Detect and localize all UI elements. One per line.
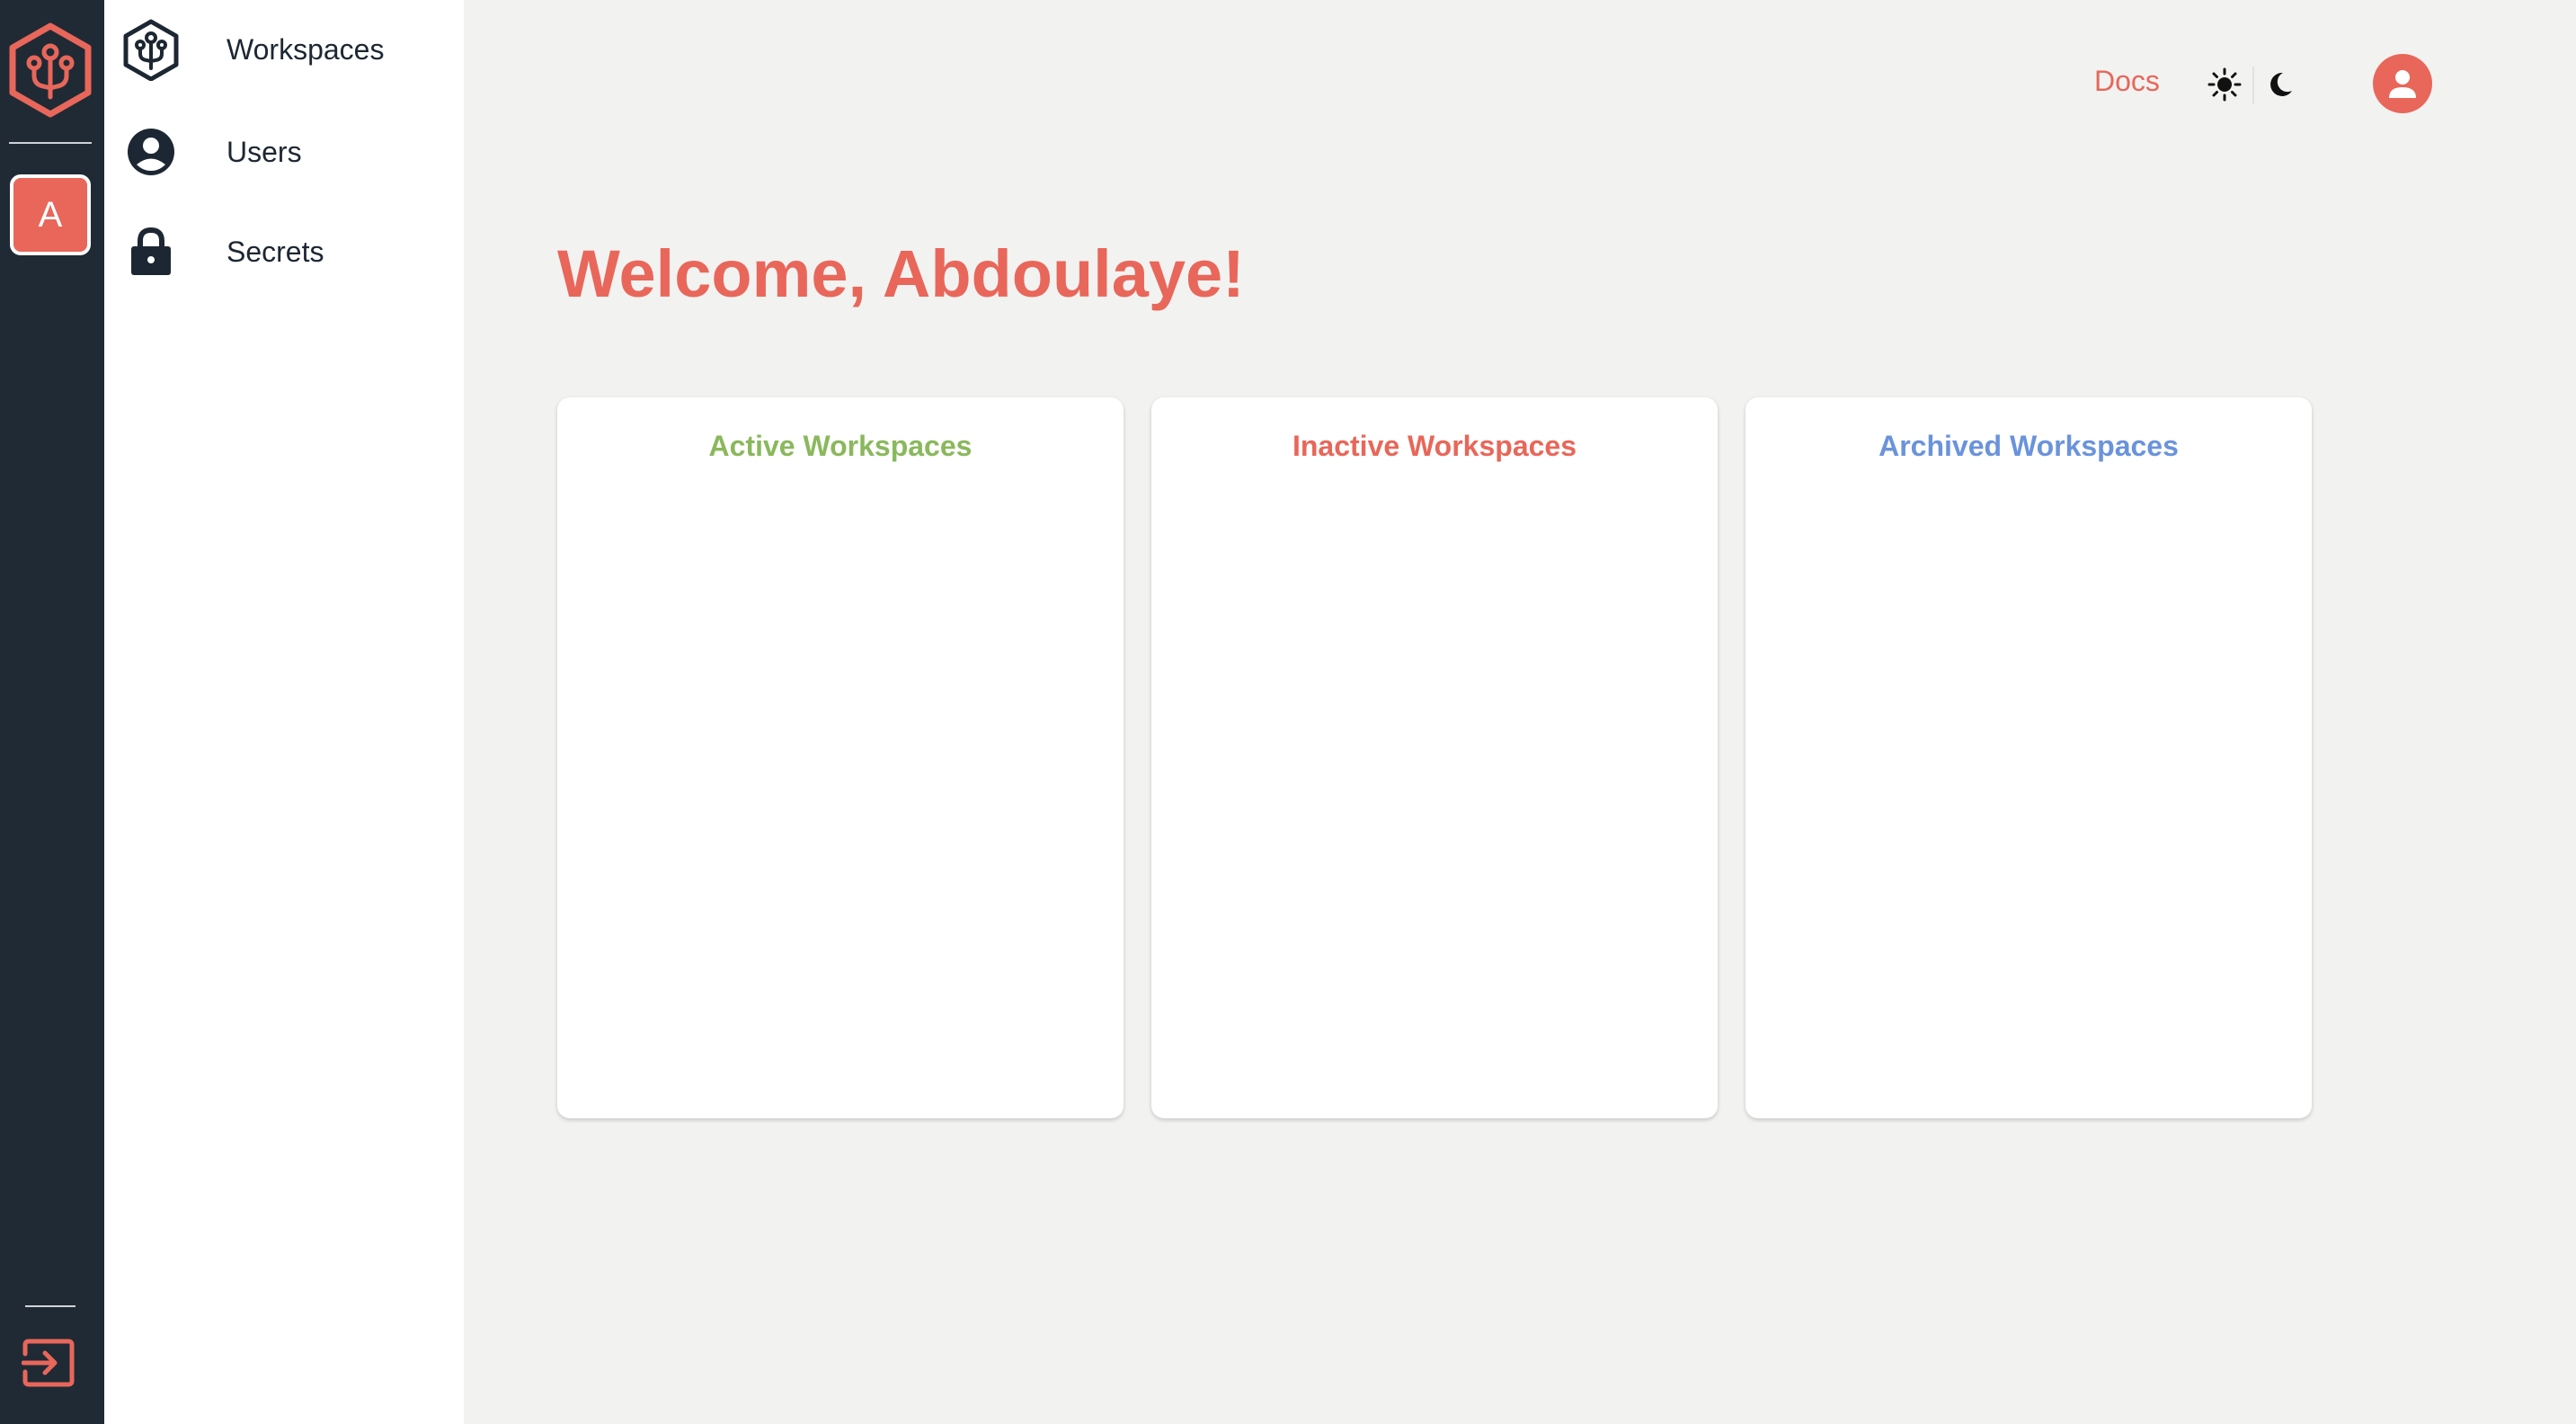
docs-link[interactable]: Docs <box>2094 65 2160 98</box>
inactive-workspaces-card: Inactive Workspaces <box>1151 397 1718 1118</box>
workspace-rail: A <box>0 0 104 1424</box>
card-title: Inactive Workspaces <box>1292 430 1577 462</box>
sidebar-item-workspaces[interactable]: Workspaces <box>104 18 464 81</box>
hexagon-logo-icon[interactable] <box>7 22 93 120</box>
account-avatar-icon[interactable] <box>2373 54 2432 113</box>
workspaces-hex-icon <box>122 19 180 81</box>
card-title: Active Workspaces <box>708 430 973 462</box>
sidebar-item-users[interactable]: Users <box>104 120 464 183</box>
card-title: Archived Workspaces <box>1879 430 2179 462</box>
welcome-heading: Welcome, Abdoulaye! <box>557 236 1245 311</box>
logout-icon[interactable] <box>21 1336 77 1390</box>
theme-toggle-divider <box>2252 67 2254 104</box>
sidebar-item-label: Workspaces <box>227 32 385 66</box>
user-circle-icon <box>122 123 180 181</box>
sidebar-item-label: Secrets <box>227 235 324 268</box>
sidebar-item-label: Users <box>227 135 302 168</box>
rail-divider-bottom <box>25 1305 76 1307</box>
active-workspaces-card: Active Workspaces <box>557 397 1124 1118</box>
lock-icon <box>122 223 180 280</box>
rail-divider <box>9 142 92 144</box>
workspace-avatar[interactable]: A <box>10 174 91 255</box>
sun-icon[interactable] <box>2207 67 2242 102</box>
moon-icon[interactable] <box>2265 69 2296 100</box>
sidebar-item-secrets[interactable]: Secrets <box>104 220 464 283</box>
archived-workspaces-card: Archived Workspaces <box>1745 397 2312 1118</box>
sidebar-nav: Workspaces Users Secrets <box>104 0 464 1424</box>
app-root: A Workspaces Users Secrets Docs Welcome,… <box>0 0 2576 1424</box>
